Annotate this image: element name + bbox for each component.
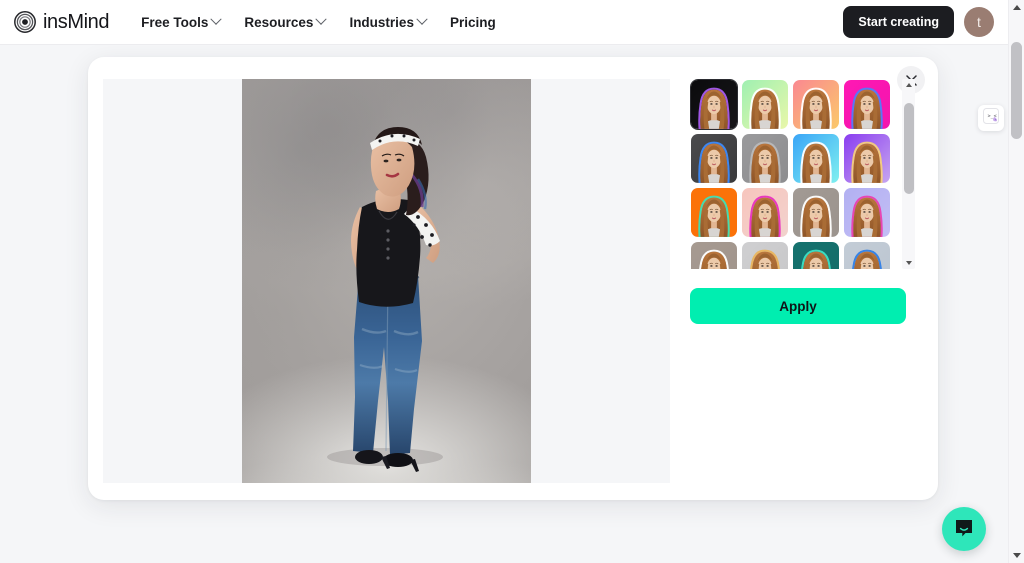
browser-scrollbar-thumb[interactable] [1011,42,1022,139]
nav-label: Free Tools [141,14,209,30]
chat-bubble-icon [953,517,975,542]
nav-item-resources[interactable]: Resources [244,13,328,30]
style-thumbnail-scroll-area[interactable] [690,79,915,269]
nav-label: Industries [349,14,414,30]
preview-photo [242,79,531,483]
brand-logo-link[interactable]: insMind [14,10,110,34]
start-creating-button[interactable]: Start creating [843,6,954,38]
nav-label: Pricing [449,14,496,30]
chevron-down-icon [315,13,328,25]
style-thumbnail-sky-cyan-gradient[interactable] [792,133,840,184]
concentric-circles-logo-icon [14,11,36,33]
face-sticker-icon: >_< [983,107,999,129]
style-thumbnail-coral-peach-gradient[interactable] [792,79,840,130]
chevron-down-icon[interactable] [1009,548,1024,563]
style-panel-scrollbar[interactable] [902,79,915,269]
main-navigation: Free Tools Resources Industries Pricing [141,13,496,30]
style-thumbnail-magenta-blue-rim[interactable] [843,79,891,130]
style-thumbnail-light-gray[interactable] [741,241,789,269]
chevron-up-icon[interactable] [902,79,915,91]
editor-modal-card: Apply [88,57,938,500]
style-thumbnail-black-purple-rim[interactable] [690,79,740,132]
style-thumbnail-grid [690,79,895,269]
style-thumbnail-violet-lavender-gradient[interactable] [843,133,891,184]
image-canvas[interactable] [103,79,670,483]
style-thumbnail-medium-gray[interactable] [741,133,789,184]
scrollbar-thumb[interactable] [903,103,914,194]
chevron-down-icon [210,13,223,25]
face-sticker-widget-button[interactable]: >_< [978,105,1004,131]
style-thumbnail-mint-green-gradient[interactable] [741,79,789,130]
style-thumbnail-periwinkle[interactable] [843,187,891,238]
style-thumbnail-orange-teal-rim[interactable] [690,187,738,238]
chevron-down-icon [416,13,428,25]
nav-item-industries[interactable]: Industries [349,13,428,30]
avatar[interactable]: t [964,7,994,37]
site-header: insMind Free Tools Resources Industries … [0,0,1008,45]
apply-button[interactable]: Apply [690,288,906,324]
header-actions: Start creating t [843,6,994,38]
style-thumbnail-pale-blue-gray[interactable] [843,241,891,269]
chevron-up-icon[interactable] [1009,0,1024,15]
brand-name: insMind [43,10,110,33]
nav-item-pricing[interactable]: Pricing [450,15,496,30]
browser-scrollbar[interactable] [1008,0,1024,563]
style-thumbnail-light-pink-magenta-rim[interactable] [741,187,789,238]
style-thumbnail-dark-gray-blue-rim[interactable] [690,133,738,184]
background-style-panel: Apply [682,79,922,483]
nav-label: Resources [244,14,314,30]
style-thumbnail-warm-taupe[interactable] [690,241,738,269]
nav-item-free-tools[interactable]: Free Tools [141,13,223,30]
chat-launcher-button[interactable] [942,507,986,551]
style-thumbnail-deep-teal[interactable] [792,241,840,269]
chevron-down-icon[interactable] [902,257,915,269]
page-body: Apply >_< [0,45,1008,563]
style-thumbnail-taupe-gray[interactable] [792,187,840,238]
